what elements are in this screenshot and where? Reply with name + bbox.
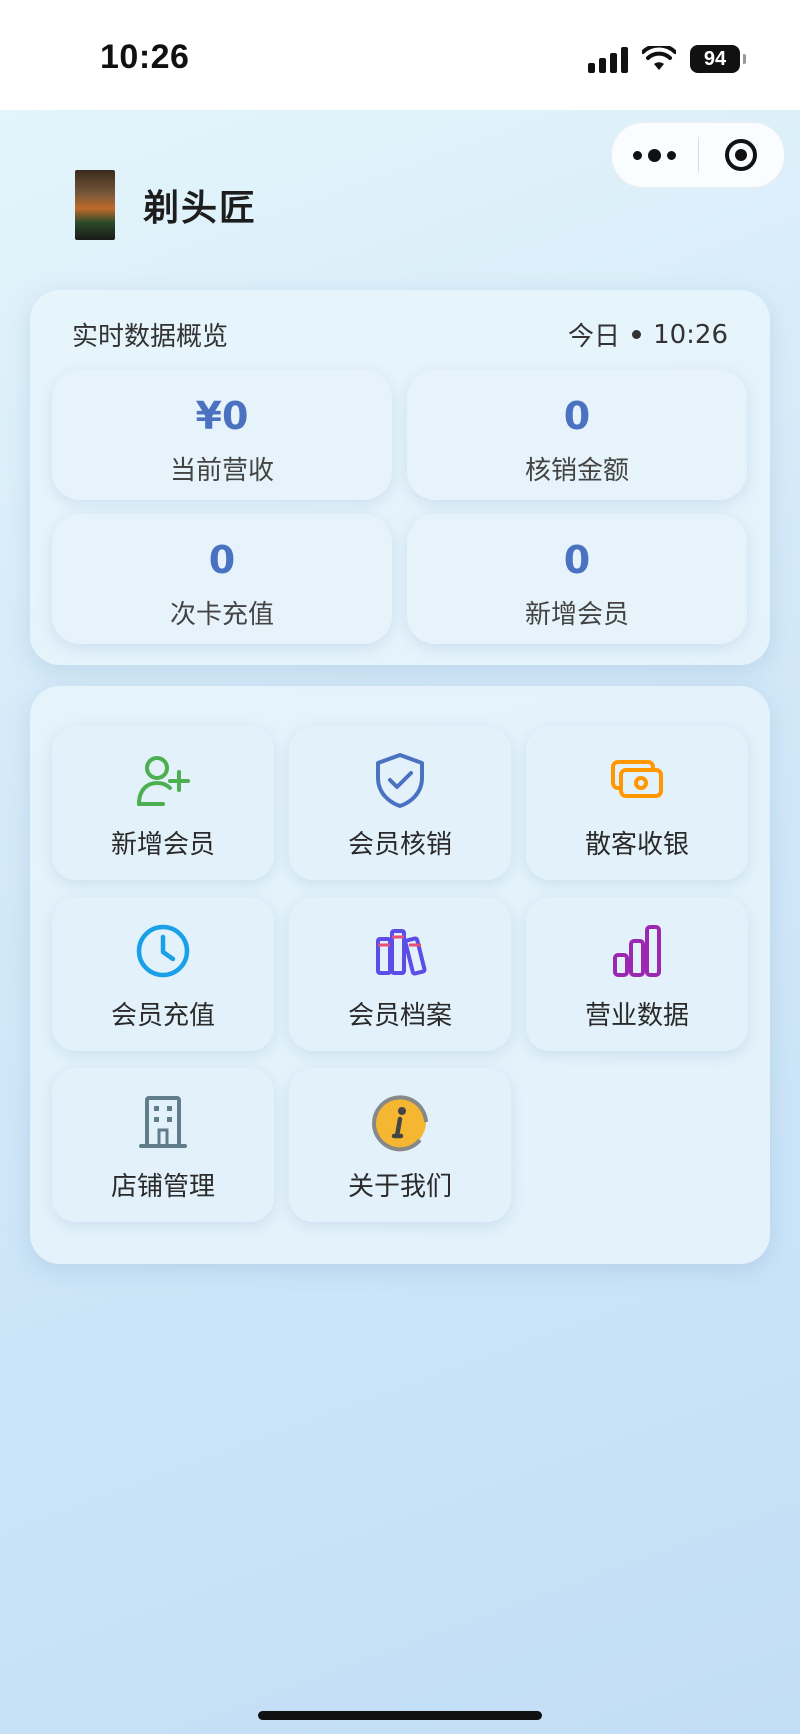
stat-label: 次卡充值 [169,600,274,630]
wifi-icon [642,46,676,70]
miniprogram-capsule [611,122,785,188]
clock-icon [136,924,190,978]
stat-current-revenue: ¥0 当前营收 [52,370,392,500]
menu-label: 新增会员 [110,830,215,860]
menu-label: 店铺管理 [110,1172,215,1202]
stat-value: 0 [563,394,591,438]
stat-redeem-amount: 0 核销金额 [407,370,747,500]
menu-label: 会员充值 [110,1001,215,1031]
signal-icon [588,45,628,73]
menu-card: 新增会员 会员核销 散客收银 会员充值 会员档案 营业数据 店铺管理 关于我们 [30,686,770,1264]
shop-name: 剃头匠 [143,188,258,229]
menu-about-us[interactable]: 关于我们 [289,1068,511,1222]
stat-value: 0 [563,538,591,582]
stat-label: 当前营收 [169,456,274,486]
home-indicator[interactable] [258,1711,542,1720]
status-bar: 10:26 94 [0,0,800,110]
overview-card: 实时数据概览 今日 10:26 ¥0 当前营收 0 核销金额 0 次卡充值 0 … [30,290,770,665]
overview-time: 今日 10:26 [568,316,728,353]
avatar[interactable] [75,170,115,240]
menu-member-recharge[interactable]: 会员充值 [52,897,274,1051]
stat-card-recharge: 0 次卡充值 [52,514,392,644]
separator-dot [632,330,642,339]
menu-label: 营业数据 [584,1001,689,1031]
battery-icon: 94 [690,45,746,73]
menu-store-management[interactable]: 店铺管理 [52,1068,274,1222]
stat-value: 0 [208,538,236,582]
close-miniprogram-button[interactable] [699,123,785,187]
books-icon [376,929,427,976]
add-user-icon [137,756,190,806]
status-icons: 94 [588,42,746,76]
more-dots-icon [633,148,677,162]
overview-clock: 10:26 [653,319,728,350]
menu-label: 关于我们 [347,1172,452,1202]
bar-chart-icon [613,925,661,977]
menu-label: 会员核销 [347,830,452,860]
stat-value: ¥0 [195,394,249,438]
menu-add-member[interactable]: 新增会员 [52,726,274,880]
overview-title: 实时数据概览 [72,322,229,352]
cash-icon [611,760,663,798]
stat-label: 新增会员 [524,600,629,630]
stat-label: 核销金额 [524,456,629,486]
menu-label: 散客收银 [584,830,689,860]
stat-new-members: 0 新增会员 [407,514,747,644]
building-icon [139,1096,187,1148]
menu-member-profiles[interactable]: 会员档案 [289,897,511,1051]
more-button[interactable] [612,123,698,187]
main-area: 剃头匠 实时数据概览 今日 10:26 ¥0 当前营收 0 核销金额 0 次卡充… [0,110,800,1734]
overview-period: 今日 [568,322,621,352]
shield-check-icon [376,753,424,808]
menu-label: 会员档案 [347,1001,452,1031]
status-time: 10:26 [100,38,190,76]
menu-business-data[interactable]: 营业数据 [526,897,748,1051]
shop-header: 剃头匠 [75,170,257,240]
target-icon [725,139,758,171]
info-icon [372,1095,428,1152]
menu-walkin-checkout[interactable]: 散客收银 [526,726,748,880]
menu-member-redeem[interactable]: 会员核销 [289,726,511,880]
